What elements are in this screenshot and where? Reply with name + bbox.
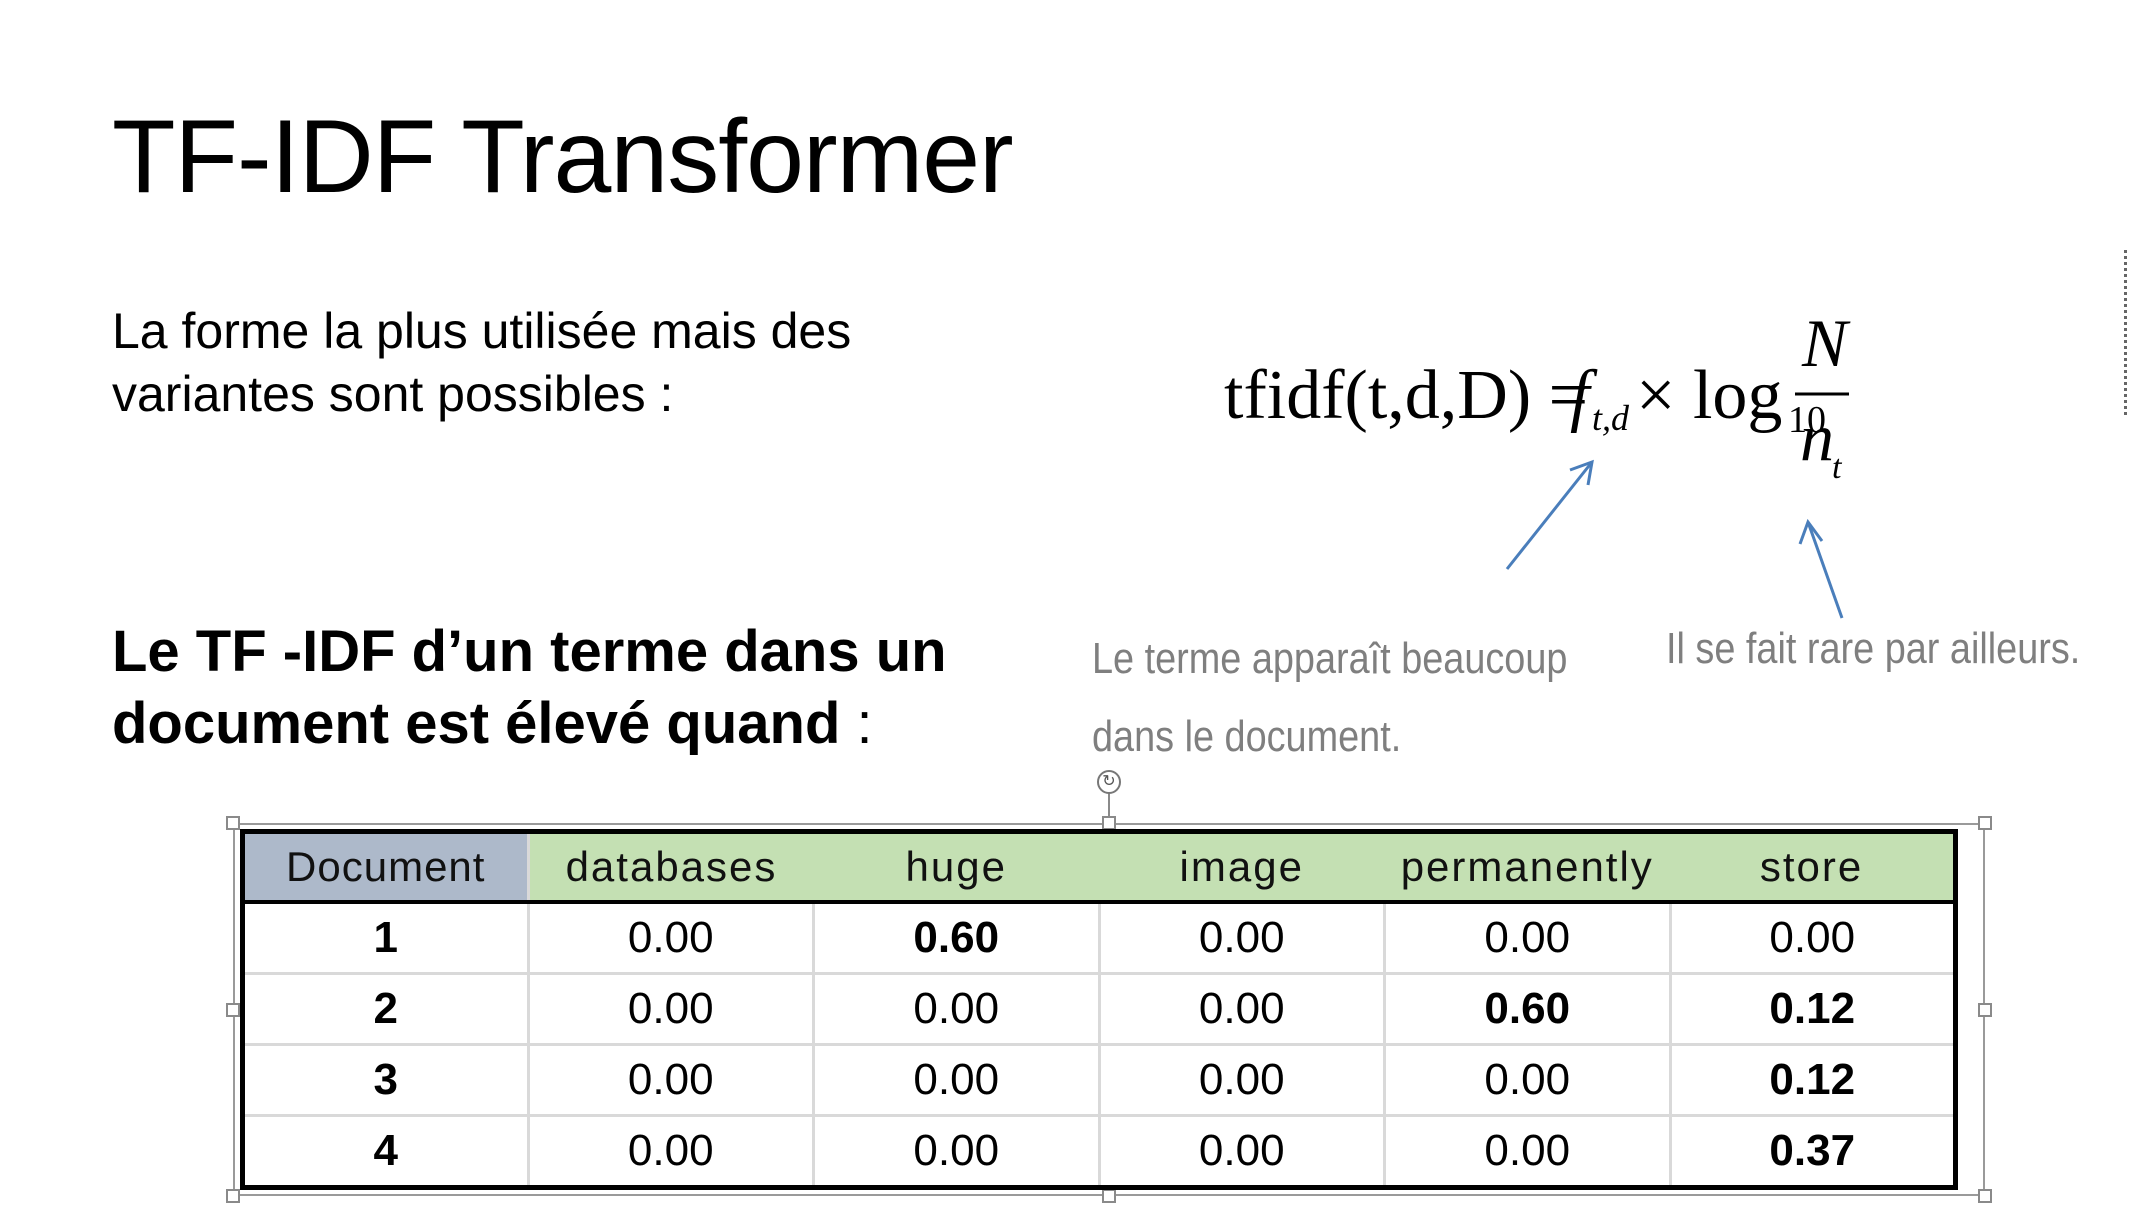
cell-image[interactable]: 0.00 bbox=[1099, 1044, 1386, 1117]
cell-store[interactable]: 0.12 bbox=[1670, 973, 1957, 1046]
resize-handle-top-right[interactable] bbox=[1978, 816, 1992, 830]
formula-numerator: N bbox=[1801, 305, 1851, 381]
cell-permanently[interactable]: 0.00 bbox=[1384, 1115, 1672, 1189]
cell-permanently[interactable]: 0.00 bbox=[1384, 1044, 1672, 1117]
cell-document-id[interactable]: 1 bbox=[242, 902, 530, 975]
cell-huge[interactable]: 0.00 bbox=[813, 1044, 1101, 1117]
annotation-tf-line2: dans le document. bbox=[1092, 712, 1402, 761]
tfidf-table[interactable]: Document databases huge image permanentl… bbox=[240, 829, 1958, 1190]
formula-lhs: tfidf(t,d,D) = bbox=[1224, 357, 1588, 434]
header-databases[interactable]: databases bbox=[528, 831, 814, 904]
cell-huge[interactable]: 0.00 bbox=[813, 973, 1101, 1046]
formula-f-sub: t,d bbox=[1592, 398, 1630, 438]
table-header-row: Document databases huge image permanentl… bbox=[242, 831, 1956, 904]
cell-databases[interactable]: 0.00 bbox=[528, 1115, 815, 1189]
cell-image[interactable]: 0.00 bbox=[1099, 1115, 1386, 1189]
annotation-tf: Le terme apparaît beaucoup dans le docum… bbox=[1092, 620, 1567, 776]
resize-handle-top-center[interactable] bbox=[1102, 816, 1116, 830]
header-image[interactable]: image bbox=[1099, 831, 1385, 904]
table-body: 1 0.00 0.60 0.00 0.00 0.00 2 0.00 0.00 0.00 0.60 0.… bbox=[242, 902, 1957, 1189]
cell-store[interactable]: 0.00 bbox=[1670, 902, 1957, 975]
cell-databases[interactable]: 0.00 bbox=[528, 902, 815, 975]
claim-bold: Le TF -IDF d’un terme dans un document e… bbox=[112, 619, 947, 756]
arrow-to-idf bbox=[1806, 521, 1844, 619]
table-row: 1 0.00 0.60 0.00 0.00 0.00 bbox=[242, 902, 1957, 975]
cell-huge[interactable]: 0.60 bbox=[813, 902, 1101, 975]
resize-handle-bottom-right[interactable] bbox=[1978, 1189, 1992, 1203]
header-huge[interactable]: huge bbox=[813, 831, 1099, 904]
formula-denominator: n bbox=[1800, 399, 1834, 475]
cell-permanently[interactable]: 0.60 bbox=[1384, 973, 1672, 1046]
intro-text: La forme la plus utilisée mais des varia… bbox=[112, 303, 852, 422]
annotation-idf: Il se fait rare par ailleurs. bbox=[1666, 624, 2081, 673]
arrow-head-idf bbox=[1798, 518, 1824, 545]
cell-document-id[interactable]: 2 bbox=[242, 973, 530, 1046]
header-document[interactable]: Document bbox=[242, 831, 530, 904]
resize-handle-middle-left[interactable] bbox=[226, 1003, 240, 1017]
cell-permanently[interactable]: 0.00 bbox=[1384, 902, 1672, 975]
cell-databases[interactable]: 0.00 bbox=[528, 973, 815, 1046]
cell-huge[interactable]: 0.00 bbox=[813, 1115, 1101, 1189]
cell-store[interactable]: 0.12 bbox=[1670, 1044, 1957, 1117]
resize-handle-bottom-left[interactable] bbox=[226, 1189, 240, 1203]
annotation-tf-line1: Le terme apparaît beaucoup bbox=[1092, 634, 1568, 683]
resize-handle-middle-right[interactable] bbox=[1978, 1003, 1992, 1017]
cell-databases[interactable]: 0.00 bbox=[528, 1044, 815, 1117]
cell-store[interactable]: 0.37 bbox=[1670, 1115, 1957, 1189]
formula-times-log: × log bbox=[1636, 357, 1782, 434]
claim-colon: : bbox=[840, 691, 873, 756]
cell-image[interactable]: 0.00 bbox=[1099, 902, 1386, 975]
tfidf-formula: tfidf(t,d,D) = f t,d × log 10 N n t bbox=[1224, 305, 1851, 486]
cell-document-id[interactable]: 4 bbox=[242, 1115, 530, 1189]
table-row: 4 0.00 0.00 0.00 0.00 0.37 bbox=[242, 1115, 1957, 1189]
resize-handle-top-left[interactable] bbox=[226, 816, 240, 830]
slide-title: TF-IDF Transformer bbox=[112, 99, 1014, 215]
dotted-edge-marker bbox=[2124, 250, 2127, 415]
table-row: 2 0.00 0.00 0.00 0.60 0.12 bbox=[242, 973, 1957, 1046]
rotate-handle-icon[interactable]: ↻ bbox=[1097, 770, 1121, 794]
cell-image[interactable]: 0.00 bbox=[1099, 973, 1386, 1046]
cell-document-id[interactable]: 3 bbox=[242, 1044, 530, 1117]
resize-handle-bottom-center[interactable] bbox=[1102, 1189, 1116, 1203]
header-store[interactable]: store bbox=[1670, 831, 1956, 904]
table-row: 3 0.00 0.00 0.00 0.00 0.12 bbox=[242, 1044, 1957, 1117]
header-permanently[interactable]: permanently bbox=[1384, 831, 1670, 904]
formula-denominator-sub: t bbox=[1832, 449, 1843, 486]
claim-text: Le TF -IDF d’un terme dans un document e… bbox=[112, 616, 1092, 760]
